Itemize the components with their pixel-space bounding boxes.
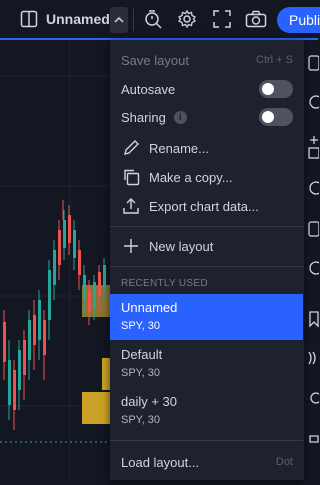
pencil-icon (121, 138, 141, 158)
camera-icon (245, 10, 267, 28)
layout-dropdown-menu: Save layout Ctrl + S Autosave Sharing i … (110, 40, 303, 480)
snapshot-button[interactable] (243, 0, 269, 38)
volume-block (82, 392, 110, 424)
rename-item[interactable]: Rename... (110, 136, 303, 160)
recent-layout-detail: SPY, 30 (121, 367, 160, 379)
layout-panel-icon (20, 10, 38, 28)
export-chart-data-item[interactable]: Export chart data... (110, 194, 303, 218)
settings-button[interactable] (175, 0, 199, 38)
chat-icon (310, 392, 320, 404)
fullscreen-button[interactable] (210, 0, 234, 38)
quick-search-button[interactable] (141, 0, 165, 38)
broadcast-icon (308, 351, 316, 365)
recent-layout-detail: SPY, 30 (121, 320, 160, 332)
volume-block (102, 358, 110, 390)
layout-menu-button[interactable] (110, 7, 128, 33)
copy-icon (121, 167, 141, 187)
stopwatch-search-icon (145, 10, 162, 29)
bookmark-icon (309, 311, 319, 328)
plus-icon (121, 236, 141, 256)
layout-panel-button[interactable] (14, 0, 44, 38)
save-layout-shortcut: Ctrl + S (256, 54, 293, 66)
upload-icon (121, 196, 141, 216)
fullscreen-icon (213, 10, 231, 28)
autosave-label: Autosave (121, 81, 176, 97)
export-label: Export chart data... (149, 198, 259, 214)
recent-layout-item[interactable]: daily + 30 SPY, 30 (110, 388, 303, 434)
recent-layout-item[interactable]: Default SPY, 30 (110, 341, 303, 387)
sharing-item[interactable]: Sharing i (110, 106, 303, 128)
gear-icon (178, 9, 196, 29)
save-layout-label: Save layout (121, 52, 189, 68)
ideas-icon (309, 261, 320, 275)
watchlist-icon (308, 55, 320, 71)
sharing-label: Sharing (121, 109, 166, 125)
menu-divider (110, 226, 303, 227)
rename-label: Rename... (149, 140, 209, 156)
menu-divider (110, 266, 303, 267)
calendar-icon (308, 221, 320, 237)
right-sidebar-icons (308, 55, 320, 443)
help-icon (309, 435, 319, 443)
info-icon[interactable]: i (173, 110, 187, 124)
menu-divider (110, 440, 303, 441)
right-sidebar (303, 40, 320, 480)
recent-layout-item[interactable]: Unnamed SPY, 30 (110, 294, 303, 340)
data-window-icon (308, 147, 320, 159)
autosave-toggle[interactable] (259, 80, 293, 98)
hotlist-icon (309, 181, 320, 195)
chevron-up-icon (114, 16, 124, 23)
toolbar-divider (133, 9, 134, 31)
recent-layout-detail: SPY, 30 (121, 414, 160, 426)
new-layout-label: New layout (149, 238, 214, 254)
save-layout-item[interactable]: Save layout Ctrl + S (110, 50, 303, 70)
load-layout-item[interactable]: Load layout... Dot (110, 450, 303, 474)
alert-clock-icon (309, 95, 320, 109)
load-layout-label: Load layout... (121, 454, 200, 470)
autosave-item[interactable]: Autosave (110, 78, 303, 100)
top-toolbar: Unnamed Publi (0, 0, 320, 40)
new-layout-item[interactable]: New layout (110, 234, 303, 258)
make-copy-label: Make a copy... (149, 169, 233, 185)
make-copy-item[interactable]: Make a copy... (110, 165, 303, 189)
load-layout-shortcut: Dot (275, 456, 293, 468)
layout-name[interactable]: Unnamed (46, 0, 110, 38)
recent-layout-name: Default (121, 347, 163, 362)
publish-button[interactable]: Publi (277, 7, 320, 33)
sharing-toggle[interactable] (259, 108, 293, 126)
recent-layout-name: daily + 30 (121, 394, 178, 409)
recent-layout-name: Unnamed (121, 300, 178, 315)
recently-used-heading: RECENTLY USED (121, 278, 208, 289)
